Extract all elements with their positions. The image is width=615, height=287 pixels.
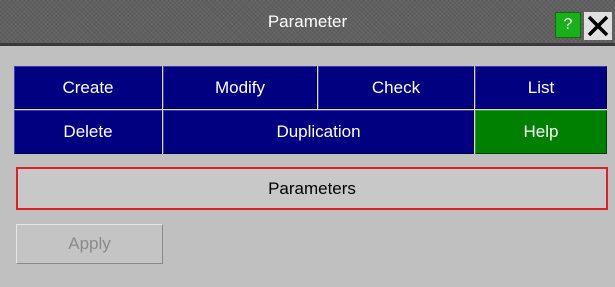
list-button[interactable]: List: [475, 66, 607, 109]
modify-button[interactable]: Modify: [163, 66, 317, 109]
apply-button[interactable]: Apply: [16, 224, 163, 264]
delete-button[interactable]: Delete: [14, 110, 162, 154]
help-button[interactable]: Help: [475, 110, 607, 154]
window-title: Parameter: [267, 12, 348, 31]
create-button[interactable]: Create: [14, 66, 162, 109]
duplication-button[interactable]: Duplication: [163, 110, 474, 154]
title-help-button[interactable]: ?: [555, 12, 581, 38]
close-button[interactable]: [584, 12, 612, 40]
parameters-selector[interactable]: Parameters: [16, 167, 608, 210]
close-icon: [587, 15, 609, 37]
check-button[interactable]: Check: [318, 66, 474, 109]
title-bar[interactable]: Parameter ?: [0, 0, 615, 46]
parameter-window: Parameter ? Create Modify Check List Del…: [0, 0, 615, 287]
action-button-grid: Create Modify Check List Delete Duplicat…: [14, 66, 607, 154]
